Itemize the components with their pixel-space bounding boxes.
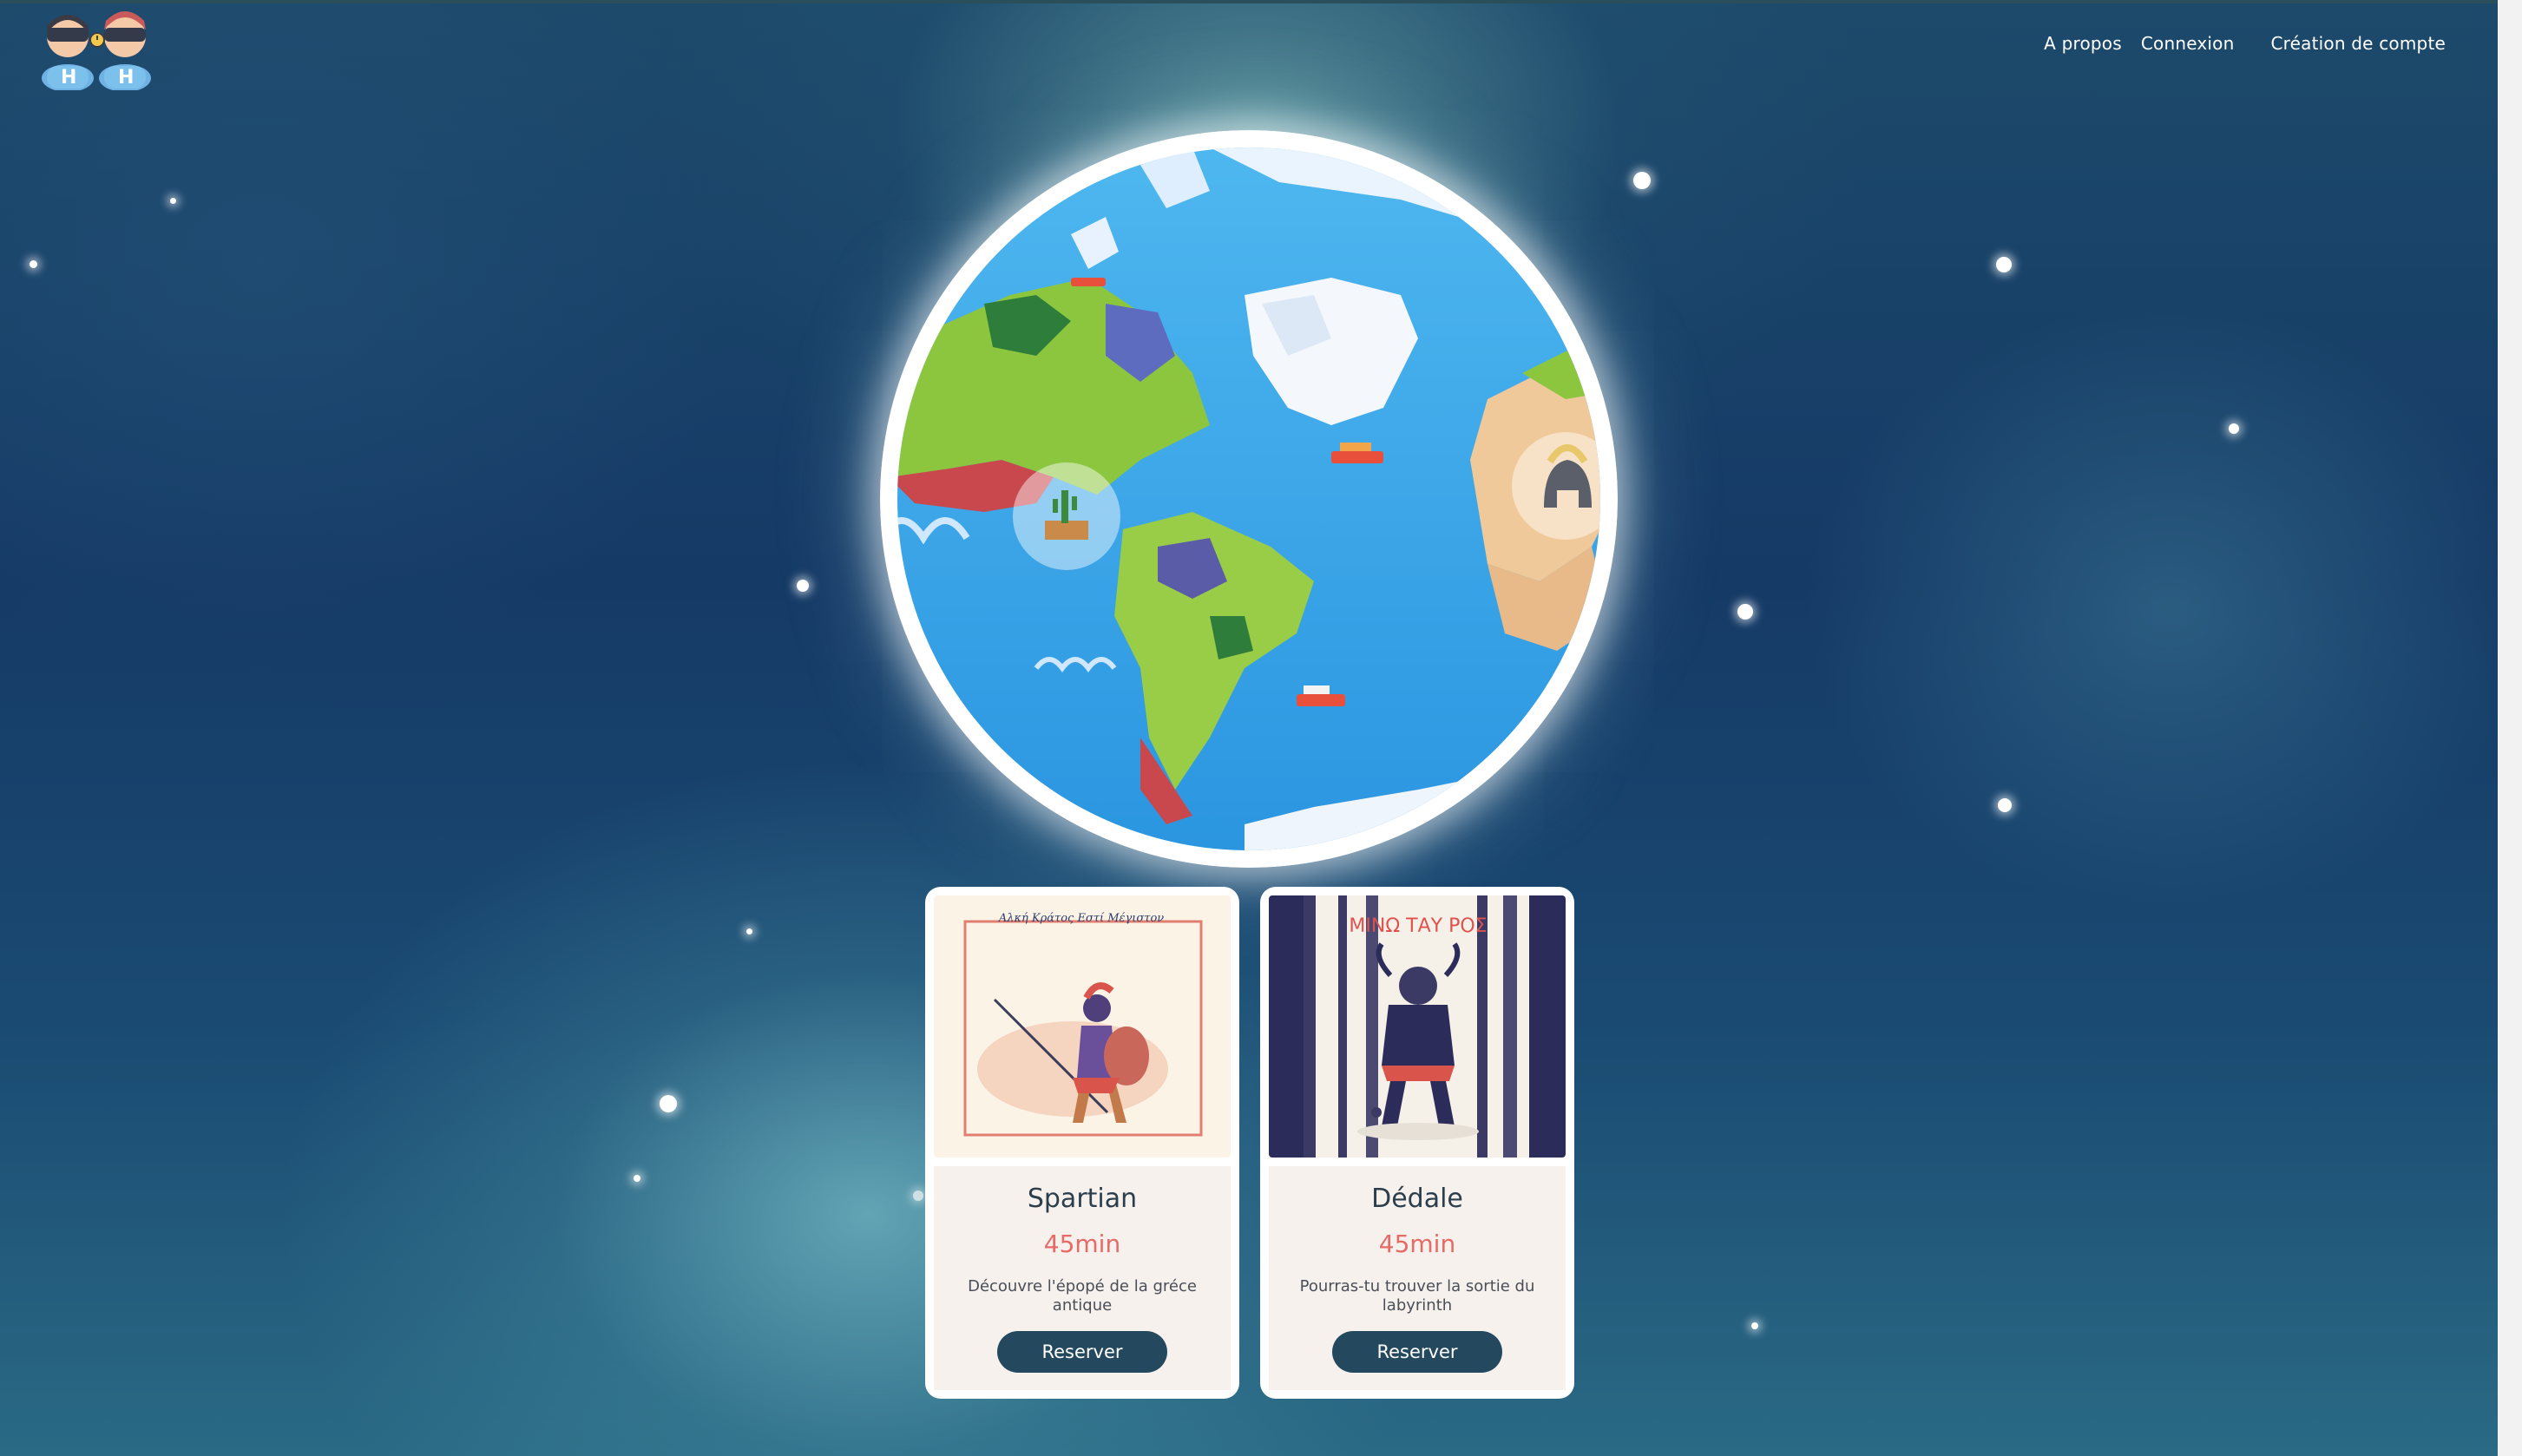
svg-text:H: H <box>118 67 134 89</box>
reserve-button-dedale[interactable]: Reserver <box>1332 1331 1502 1373</box>
world-globe <box>880 130 1618 868</box>
star <box>746 928 752 935</box>
top-border <box>0 0 2522 3</box>
card-title: Spartian <box>1027 1184 1138 1214</box>
star <box>2229 423 2239 434</box>
nav-link-login[interactable]: Connexion <box>2141 33 2235 54</box>
svg-text:H: H <box>61 67 76 89</box>
star <box>30 260 37 268</box>
minotaur-forest-poster-icon: ΜΙΝΩ ΤΑΥ ΡΟΣ <box>1269 895 1566 1158</box>
nav-link-signup[interactable]: Création de compte <box>2271 33 2446 54</box>
star <box>660 1095 677 1112</box>
card-description: Pourras-tu trouver la sortie du labyrint… <box>1299 1277 1535 1315</box>
card-title: Dédale <box>1371 1184 1463 1214</box>
experience-card-spartian[interactable]: Αλκή Κράτος Εστί Μέγιστον Spartian 45min… <box>925 887 1239 1399</box>
card-description: Découvre l'épopé de la gréce antique <box>968 1277 1197 1315</box>
star <box>1996 257 2012 272</box>
low-poly-world-map-globe-icon <box>880 130 1618 868</box>
star <box>1751 1322 1758 1329</box>
experience-cards: Αλκή Κράτος Εστί Μέγιστον Spartian 45min… <box>925 887 1574 1399</box>
logo[interactable]: H H <box>35 3 165 92</box>
star <box>1998 798 2012 812</box>
card-body: Spartian 45min Découvre l'épopé de la gr… <box>934 1166 1231 1390</box>
card-body: Dédale 45min Pourras-tu trouver la sorti… <box>1269 1166 1566 1390</box>
star <box>170 198 176 204</box>
star <box>1737 604 1753 620</box>
reserve-button-spartian[interactable]: Reserver <box>997 1331 1167 1373</box>
top-nav: A propos Connexion Création de compte <box>2044 30 2446 57</box>
star <box>1633 172 1651 189</box>
card-duration: 45min <box>1378 1230 1456 1258</box>
experience-card-dedale[interactable]: ΜΙΝΩ ΤΑΥ ΡΟΣ Dédale 45min Pourras-tu tro… <box>1260 887 1574 1399</box>
card-duration: 45min <box>1043 1230 1121 1258</box>
star <box>634 1175 640 1182</box>
star <box>913 1190 923 1201</box>
spartan-warrior-poster-icon: Αλκή Κράτος Εστί Μέγιστον <box>934 895 1231 1158</box>
scrollbar-track[interactable] <box>2498 0 2522 1456</box>
svg-text:Αλκή Κράτος Εστί Μέγιστον: Αλκή Κράτος Εστί Μέγιστον <box>998 912 1164 925</box>
vr-duo-mascots-logo-icon: H H <box>42 11 151 92</box>
star <box>797 580 809 592</box>
nav-link-about[interactable]: A propos <box>2044 33 2122 54</box>
svg-text:ΜΙΝΩ ΤΑΥ ΡΟΣ: ΜΙΝΩ ΤΑΥ ΡΟΣ <box>1349 915 1487 937</box>
